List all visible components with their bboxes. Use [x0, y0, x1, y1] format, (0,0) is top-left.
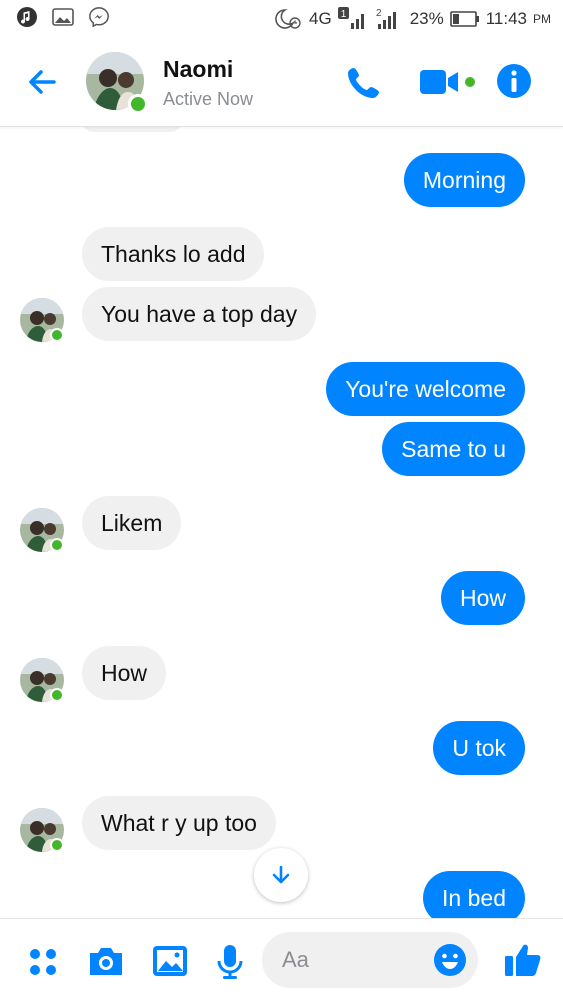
online-indicator — [128, 94, 148, 114]
signal-sim1-icon: 1 — [337, 7, 364, 29]
message-bubble-outgoing[interactable]: You're welcome — [326, 362, 525, 416]
sender-avatar[interactable] — [20, 508, 64, 552]
message-bubble-outgoing[interactable]: Morning — [403, 153, 525, 207]
clock-time: 11:43 — [485, 9, 527, 28]
info-icon[interactable] — [496, 63, 532, 99]
back-arrow-icon[interactable] — [22, 62, 62, 102]
message-input-placeholder: Aa — [282, 947, 309, 972]
message-bubble-incoming[interactable]: Thanks lo add — [82, 227, 265, 281]
sender-avatar[interactable] — [20, 808, 64, 852]
message-bubble-incoming[interactable]: Likem — [82, 496, 182, 550]
arrow-down-icon — [272, 865, 290, 884]
image-notification-icon — [52, 6, 74, 28]
signal-sim2-icon: 2 — [376, 8, 396, 29]
message-bubble-outgoing[interactable]: In bed — [423, 871, 525, 918]
emoji-icon[interactable] — [432, 942, 468, 978]
messenger-notification-icon — [88, 6, 110, 28]
clock-ampm: PM — [533, 12, 551, 26]
battery-icon — [449, 11, 479, 27]
phone-call-icon[interactable] — [344, 64, 382, 102]
message-bubble-outgoing[interactable]: U tok — [433, 721, 525, 775]
message-bubble-incoming[interactable]: You have a top day — [82, 287, 317, 341]
sender-avatar[interactable] — [20, 658, 64, 702]
status-bar: 4G 1 2 23% 11:43 PM — [0, 0, 563, 38]
microphone-icon[interactable] — [210, 941, 250, 981]
video-call-icon[interactable] — [418, 66, 478, 98]
svg-text:1: 1 — [340, 9, 346, 20]
thumbs-up-icon[interactable] — [502, 937, 542, 977]
svg-text:2: 2 — [376, 8, 382, 19]
message-thread[interactable]: Morning Thanks lo add You have a top day… — [0, 126, 563, 918]
message-input[interactable]: Aa — [262, 932, 478, 988]
sender-avatar[interactable] — [20, 298, 64, 342]
message-composer: Aa — [0, 918, 563, 1001]
battery-percent: 23% — [409, 9, 444, 28]
gallery-icon[interactable] — [150, 941, 190, 981]
contact-name[interactable]: Naomi — [163, 56, 233, 83]
music-notification-icon — [16, 6, 38, 28]
camera-icon[interactable] — [86, 941, 126, 981]
message-bubble-outgoing[interactable]: Same to u — [382, 422, 525, 476]
moon-alarm-icon — [275, 9, 301, 29]
message-bubble-outgoing[interactable]: How — [440, 571, 525, 625]
message-bubble-incoming[interactable]: What r y up too — [82, 796, 276, 850]
message-bubble-incoming[interactable]: How — [82, 646, 167, 700]
presence-status: Active Now — [163, 89, 254, 109]
more-apps-icon[interactable] — [24, 941, 64, 981]
scroll-to-bottom-button[interactable] — [254, 848, 308, 902]
network-type: 4G — [309, 9, 332, 28]
conversation-header: Naomi Active Now — [0, 38, 563, 127]
